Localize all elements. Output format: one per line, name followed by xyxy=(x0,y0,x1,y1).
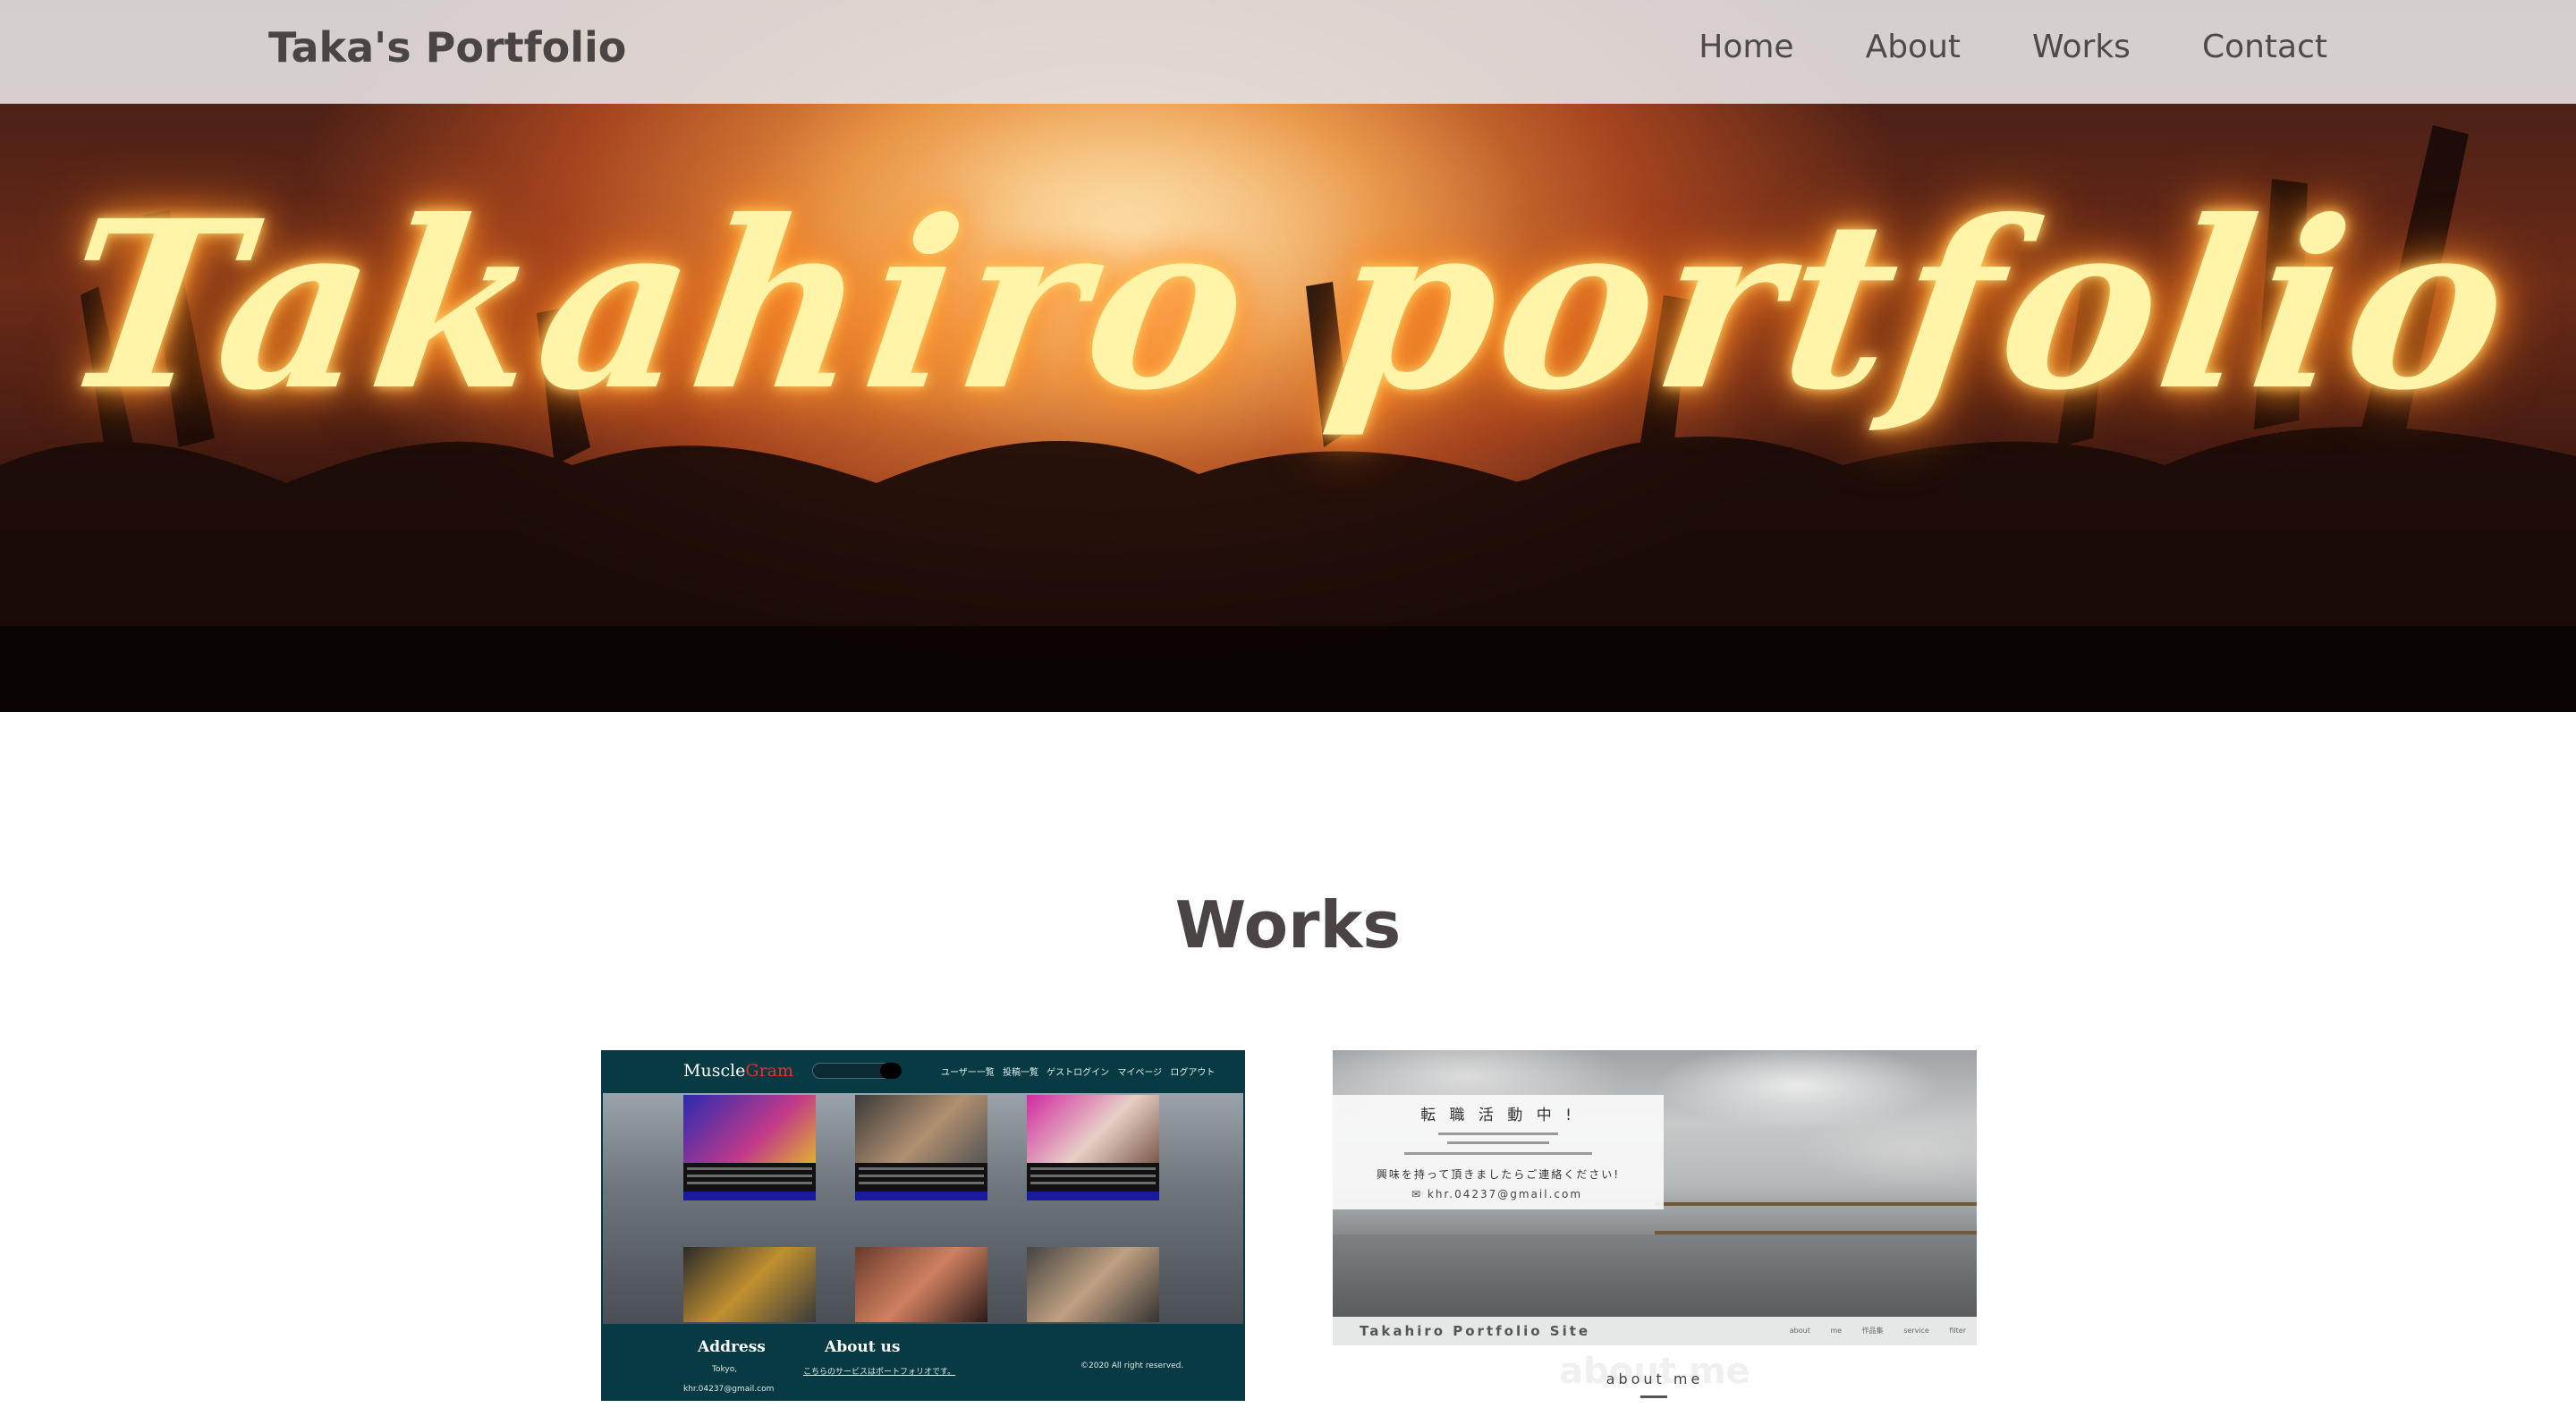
about-label: about me xyxy=(1606,1370,1704,1387)
nav-home[interactable]: Home xyxy=(1699,29,1793,65)
musclegram-logo: MuscleGram xyxy=(683,1061,794,1081)
site-logo[interactable]: Taka's Portfolio xyxy=(268,23,626,72)
portfolio-box-title: 転 職 活 動 中 ! xyxy=(1420,1107,1576,1124)
musclegram-post-tile xyxy=(1027,1247,1159,1322)
musclegram-footer-address: Address xyxy=(698,1338,766,1356)
musclegram-gym-background xyxy=(603,1093,1243,1324)
musclegram-post-tile xyxy=(855,1095,987,1200)
nav-about[interactable]: About xyxy=(1866,29,1961,65)
musclegram-footer-copyright: ©2020 All right reserved. xyxy=(1080,1361,1184,1370)
portfolio-fence xyxy=(1655,1202,1977,1234)
site-header: Taka's Portfolio Home About Works Contac… xyxy=(0,0,2576,104)
portfolio-footer-strip: Takahiro Portfolio Site about me 作品集 ser… xyxy=(1333,1317,1977,1345)
portfolio-ground xyxy=(1333,1234,1977,1317)
work-card-musclegram[interactable]: MuscleGram ユーザー一覧 投稿一覧 ゲストログイン マイページ ログア… xyxy=(601,1050,1245,1401)
musclegram-topbar: MuscleGram ユーザー一覧 投稿一覧 ゲストログイン マイページ ログア… xyxy=(601,1050,1245,1093)
work-card-portfolio-site[interactable]: 転 職 活 動 中 ! 興味を持って頂きましたらご連絡ください! ✉ khr.0… xyxy=(1333,1050,1977,1345)
about-underline xyxy=(1640,1395,1667,1398)
main-nav: Home About Works Contact xyxy=(1699,29,2327,65)
nav-contact[interactable]: Contact xyxy=(2202,29,2327,65)
portfolio-box-message: 興味を持って頂きましたらご連絡ください! xyxy=(1376,1168,1621,1181)
musclegram-nav: ユーザー一覧 投稿一覧 ゲストログイン マイページ ログアウト xyxy=(941,1068,1216,1078)
portfolio-box-email: ✉ khr.04237@gmail.com xyxy=(1411,1188,1583,1200)
works-heading: Works xyxy=(1174,887,1402,963)
musclegram-footer-email: khr.04237@gmail.com xyxy=(683,1385,775,1394)
musclegram-post-tile xyxy=(683,1247,816,1322)
hero-title: Takahiro portfolio xyxy=(47,170,2529,441)
musclegram-footer-about: About us xyxy=(825,1338,901,1356)
musclegram-post-tile xyxy=(855,1247,987,1322)
hero-banner: Takahiro portfolio xyxy=(0,0,2576,712)
musclegram-post-tile xyxy=(683,1095,816,1200)
portfolio-site-name: Takahiro Portfolio Site xyxy=(1360,1323,1591,1339)
portfolio-links: about me 作品集 service filter xyxy=(1789,1327,1966,1335)
musclegram-footer-note: こちらのサービスはポートフォリオです。 xyxy=(803,1368,956,1377)
musclegram-footer: Address About us Tokyo, こちらのサービスはポートフォリオ… xyxy=(601,1324,1245,1401)
musclegram-search-button xyxy=(880,1063,902,1079)
nav-works[interactable]: Works xyxy=(2032,29,2131,65)
portfolio-info-box: 転 職 活 動 中 ! 興味を持って頂きましたらご連絡ください! ✉ khr.0… xyxy=(1333,1095,1664,1209)
musclegram-post-tile xyxy=(1027,1095,1159,1200)
musclegram-footer-city: Tokyo, xyxy=(712,1365,738,1374)
